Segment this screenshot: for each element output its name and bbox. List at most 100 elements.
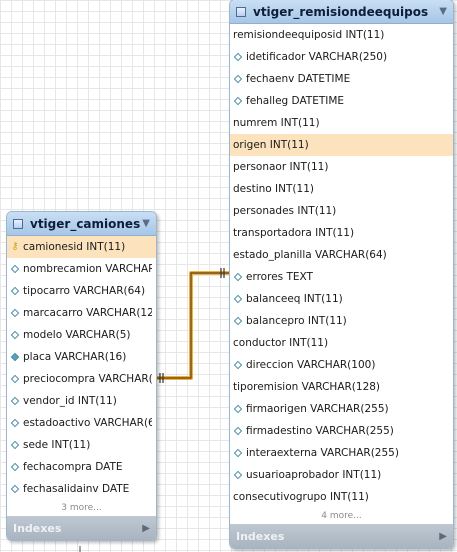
more-columns-label[interactable]: 3 more... <box>7 500 156 516</box>
nullable-diamond-icon <box>10 462 20 472</box>
nullable-diamond-icon <box>233 74 243 84</box>
column-label: origen INT(11) <box>233 139 309 151</box>
column-row[interactable]: personaor INT(11) <box>230 156 453 178</box>
column-row[interactable]: transportadora INT(11) <box>230 222 453 244</box>
column-row[interactable]: interaexterna VARCHAR(255) <box>230 442 453 464</box>
column-label: placa VARCHAR(16) <box>23 351 127 363</box>
column-row[interactable]: balanceeq INT(11) <box>230 288 453 310</box>
column-label: estado_planilla VARCHAR(64) <box>233 249 387 261</box>
nullable-diamond-icon <box>233 52 243 62</box>
column-label: balancepro INT(11) <box>246 315 347 327</box>
column-row[interactable]: placa VARCHAR(16) <box>7 346 156 368</box>
column-label: fechacompra DATE <box>23 461 123 473</box>
column-label: firmaorigen VARCHAR(255) <box>246 403 389 415</box>
more-columns-label[interactable]: 4 more... <box>230 508 453 524</box>
nullable-diamond-icon <box>233 448 243 458</box>
column-row[interactable]: tipocarro VARCHAR(64) <box>7 280 156 302</box>
column-label: idetificador VARCHAR(250) <box>246 51 388 63</box>
column-label: numrem INT(11) <box>233 117 320 129</box>
table-header[interactable]: vtiger_camiones ▼ <box>7 212 156 236</box>
collapse-arrow-icon[interactable]: ▼ <box>439 6 447 17</box>
column-row[interactable]: personades INT(11) <box>230 200 453 222</box>
column-label: tiporemision VARCHAR(128) <box>233 381 381 393</box>
column-row[interactable]: consecutivogrupo INT(11) <box>230 486 453 508</box>
column-row[interactable]: sede INT(11) <box>7 434 156 456</box>
column-row[interactable]: nombrecamion VARCHAR(64) <box>7 258 156 280</box>
column-row[interactable]: numrem INT(11) <box>230 112 453 134</box>
column-row[interactable]: usuarioaprobador INT(11) <box>230 464 453 486</box>
indexes-footer[interactable]: Indexes ▶ <box>230 524 453 548</box>
nullable-diamond-icon <box>10 286 20 296</box>
nullable-diamond-icon <box>233 272 243 282</box>
column-row[interactable]: ⚷ camionesid INT(11) <box>7 236 156 258</box>
not-null-diamond-icon <box>10 352 20 362</box>
nullable-diamond-icon <box>233 316 243 326</box>
column-label: conductor INT(11) <box>233 337 329 349</box>
column-row[interactable]: estado_planilla VARCHAR(64) <box>230 244 453 266</box>
column-row[interactable]: fechacompra DATE <box>7 456 156 478</box>
table-vtiger-camiones[interactable]: vtiger_camiones ▼ ⚷ camionesid INT(11) nom… <box>6 211 157 541</box>
nullable-diamond-icon <box>233 470 243 480</box>
indexes-footer[interactable]: Indexes ▶ <box>7 516 156 540</box>
nullable-diamond-icon <box>233 404 243 414</box>
column-row[interactable]: modelo VARCHAR(5) <box>7 324 156 346</box>
nullable-diamond-icon <box>10 264 20 274</box>
nullable-diamond-icon <box>233 426 243 436</box>
nullable-diamond-icon <box>10 374 20 384</box>
column-row[interactable]: estadoactivo VARCHAR(64) <box>7 412 156 434</box>
column-row[interactable]: fechaenv DATETIME <box>230 68 453 90</box>
column-label: modelo VARCHAR(5) <box>23 329 131 341</box>
column-label: camionesid INT(11) <box>23 241 126 253</box>
nullable-diamond-icon <box>10 308 20 318</box>
collapse-arrow-icon[interactable]: ▼ <box>142 218 150 229</box>
column-label: consecutivogrupo INT(11) <box>233 491 369 503</box>
expand-indexes-icon[interactable]: ▶ <box>142 523 150 534</box>
column-row[interactable]: idetificador VARCHAR(250) <box>230 46 453 68</box>
column-list: remisiondeequiposid INT(11) idetificador … <box>230 24 453 508</box>
relationship-line[interactable] <box>157 271 230 380</box>
column-row[interactable]: fehalleg DATETIME <box>230 90 453 112</box>
expand-indexes-icon[interactable]: ▶ <box>439 531 447 542</box>
column-label: direccion VARCHAR(100) <box>246 359 376 371</box>
nullable-diamond-icon <box>10 484 20 494</box>
table-title: vtiger_remisiondeequipos <box>253 4 429 19</box>
column-row[interactable]: origen INT(11) <box>230 134 453 156</box>
column-label: preciocompra VARCHAR(64) <box>23 373 152 385</box>
table-title: vtiger_camiones <box>30 216 141 231</box>
column-row[interactable]: destino INT(11) <box>230 178 453 200</box>
column-label: remisiondeequiposid INT(11) <box>233 29 385 41</box>
column-row[interactable]: balancepro INT(11) <box>230 310 453 332</box>
indexes-label: Indexes <box>236 529 285 543</box>
nullable-diamond-icon <box>233 294 243 304</box>
column-row[interactable]: marcacarro VARCHAR(128) <box>7 302 156 324</box>
table-header[interactable]: vtiger_remisiondeequipos ▼ <box>230 0 453 24</box>
indexes-label: Indexes <box>13 521 62 535</box>
column-label: transportadora INT(11) <box>233 227 355 239</box>
column-label: errores TEXT <box>246 271 313 283</box>
column-list: ⚷ camionesid INT(11) nombrecamion VARCHAR(… <box>7 236 156 500</box>
column-label: firmadestino VARCHAR(255) <box>246 425 394 437</box>
column-row[interactable]: tiporemision VARCHAR(128) <box>230 376 453 398</box>
column-row[interactable]: errores TEXT <box>230 266 453 288</box>
column-row[interactable]: fechasalidainv DATE <box>7 478 156 500</box>
primary-key-icon: ⚷ <box>11 241 19 252</box>
column-label: vendor_id INT(11) <box>23 395 117 407</box>
column-row[interactable]: conductor INT(11) <box>230 332 453 354</box>
column-row[interactable]: firmaorigen VARCHAR(255) <box>230 398 453 420</box>
column-row[interactable]: vendor_id INT(11) <box>7 390 156 412</box>
nullable-diamond-icon <box>10 440 20 450</box>
column-label: sede INT(11) <box>23 439 91 451</box>
table-vtiger-remisiondeequipos[interactable]: vtiger_remisiondeequipos ▼ remisiondeequ… <box>229 0 454 549</box>
column-row[interactable]: firmadestino VARCHAR(255) <box>230 420 453 442</box>
nullable-diamond-icon <box>10 418 20 428</box>
column-label: personaor INT(11) <box>233 161 329 173</box>
column-row[interactable]: remisiondeequiposid INT(11) <box>230 24 453 46</box>
nullable-diamond-icon <box>10 330 20 340</box>
column-label: fehalleg DATETIME <box>246 95 345 107</box>
column-row[interactable]: direccion VARCHAR(100) <box>230 354 453 376</box>
column-label: destino INT(11) <box>233 183 314 195</box>
column-label: estadoactivo VARCHAR(64) <box>23 417 152 429</box>
column-row[interactable]: preciocompra VARCHAR(64) <box>7 368 156 390</box>
nullable-diamond-icon <box>10 396 20 406</box>
column-label: usuarioaprobador INT(11) <box>246 469 382 481</box>
